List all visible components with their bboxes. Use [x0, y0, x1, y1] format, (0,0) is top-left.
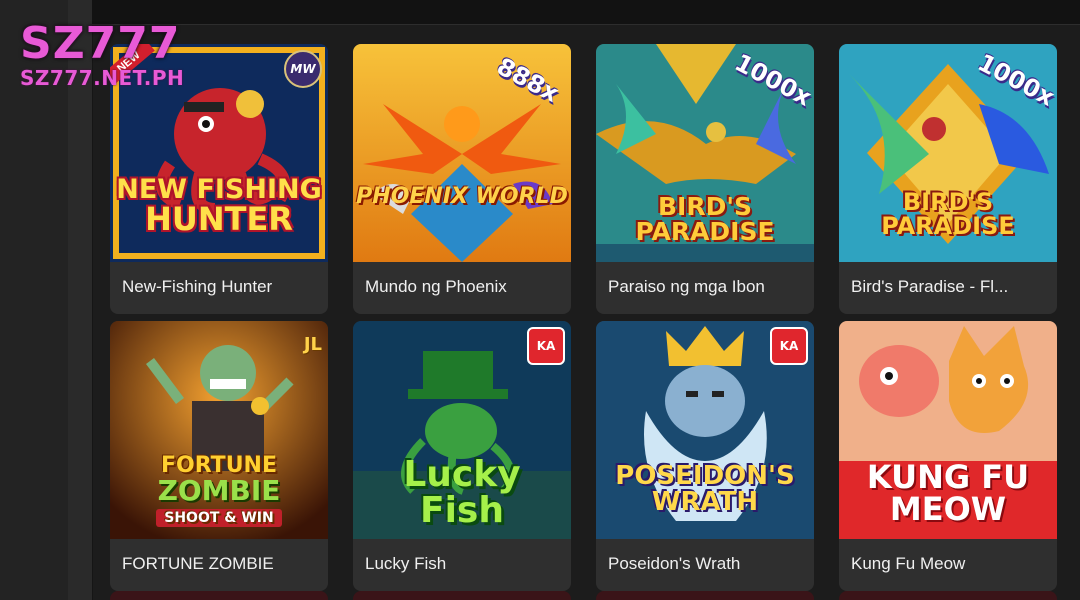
art-title-line: KUNG FU — [866, 458, 1030, 496]
art-title-line: PHOENIX WORLD — [356, 184, 568, 209]
provider-logo-icon: JL — [303, 333, 322, 355]
game-card-partial[interactable] — [353, 591, 571, 600]
side-rail — [68, 0, 93, 600]
game-thumbnail[interactable]: 888x PHOENIX WORLD — [353, 44, 571, 262]
game-name: Kung Fu Meow — [851, 554, 966, 573]
game-name: Poseidon's Wrath — [608, 554, 741, 573]
game-card-mundo-ng-phoenix[interactable]: 888x PHOENIX WORLD Mundo ng Phoenix — [353, 44, 571, 314]
next-row-preview — [110, 591, 1057, 600]
top-bar — [92, 0, 1080, 25]
art-title-line: HUNTER — [145, 200, 293, 238]
game-card-partial[interactable] — [596, 591, 814, 600]
game-thumbnail[interactable]: KUNG FU MEOW — [839, 321, 1057, 539]
game-thumbnail[interactable]: JL FORTUNE ZOMBIE SHOOT & WIN — [110, 321, 328, 539]
art-title-line: WRATH — [651, 487, 759, 517]
game-thumbnail[interactable]: 1000x BIRD'S PARADISE — [596, 44, 814, 262]
game-name: Lucky Fish — [365, 554, 447, 573]
game-thumbnail[interactable]: KA POSEIDON'S WRATH — [596, 321, 814, 539]
game-card-birds-paradise[interactable]: 1000x BIRD'S PARADISE Bird's Paradise - … — [839, 44, 1057, 314]
site-watermark-logo: SZ777 SZ777.NET.PH — [20, 18, 185, 90]
logo-title: SZ777 — [20, 18, 181, 69]
art-title-line: MEOW — [889, 490, 1007, 528]
game-name: New-Fishing Hunter — [122, 277, 273, 296]
game-grid: NEW MW NEW FISHING HUNTER New-Fishing Hu… — [110, 44, 1057, 591]
game-name: Paraiso ng mga Ibon — [608, 277, 765, 296]
game-card-lucky-fish[interactable]: KA Lucky Fish Lucky Fish — [353, 321, 571, 591]
game-name: FORTUNE ZOMBIE — [122, 554, 274, 573]
game-card-poseidons-wrath[interactable]: KA POSEIDON'S WRATH Poseidon's Wrath — [596, 321, 814, 591]
game-card-partial[interactable] — [110, 591, 328, 600]
art-title-line: BIRD'S PARADISE — [635, 192, 775, 246]
game-card-kung-fu-meow[interactable]: KUNG FU MEOW Kung Fu Meow — [839, 321, 1057, 591]
game-thumbnail[interactable]: 1000x BIRD'S PARADISE — [839, 44, 1057, 262]
logo-url: SZ777.NET.PH — [20, 66, 185, 90]
game-card-partial[interactable] — [839, 591, 1057, 600]
provider-logo-icon: MW — [284, 50, 322, 88]
provider-logo-icon: KA — [527, 327, 565, 365]
art-title-line: Fish — [420, 490, 504, 531]
game-thumbnail[interactable]: KA Lucky Fish — [353, 321, 571, 539]
game-name: Mundo ng Phoenix — [365, 277, 507, 296]
game-name: Bird's Paradise - Fl... — [851, 277, 1009, 296]
art-title-line: SHOOT & WIN — [156, 509, 282, 527]
art-title-line: NEW FISHING — [116, 174, 322, 205]
art-title-line: BIRD'S PARADISE — [881, 188, 1015, 240]
art-title-line: POSEIDON'S — [615, 461, 795, 491]
art-title-line: ZOMBIE — [157, 474, 281, 507]
game-card-paraiso-ng-mga-ibon[interactable]: 1000x BIRD'S PARADISE Paraiso ng mga Ibo… — [596, 44, 814, 314]
game-card-fortune-zombie[interactable]: JL FORTUNE ZOMBIE SHOOT & WIN FORTUNE ZO… — [110, 321, 328, 591]
provider-logo-icon: KA — [770, 327, 808, 365]
art-title-line: Lucky — [403, 454, 521, 495]
left-panel — [0, 0, 68, 600]
